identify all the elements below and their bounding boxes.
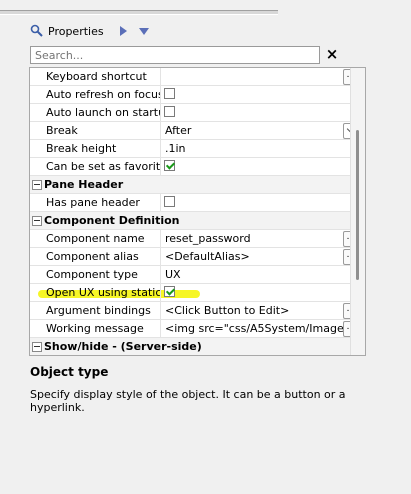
- property-row-component-name[interactable]: Component name reset_password …: [30, 230, 365, 248]
- property-row-auto-launch[interactable]: Auto launch on startup: [30, 104, 365, 122]
- break-height-value[interactable]: .1in: [160, 140, 365, 157]
- scroll-thumb[interactable]: [356, 130, 359, 280]
- property-value-cell: [160, 194, 365, 211]
- property-name: Auto launch on startup: [46, 106, 161, 119]
- component-type-value[interactable]: UX: [160, 266, 365, 283]
- property-row-open-ux-static[interactable]: Open UX using static HT: [30, 284, 365, 302]
- property-row-keyboard-shortcut[interactable]: Keyboard shortcut …: [30, 68, 365, 86]
- property-name: Working message: [46, 322, 144, 335]
- collapse-icon[interactable]: [32, 216, 42, 226]
- auto-refresh-checkbox[interactable]: [164, 88, 175, 99]
- properties-toolbar: Properties: [30, 20, 149, 42]
- working-message-value[interactable]: <img src="css/A5System/Images/wait: [160, 320, 365, 337]
- property-grid: Keyboard shortcut … Auto refresh on focu…: [29, 67, 366, 356]
- property-value-cell: [160, 104, 365, 121]
- property-name: Component type: [46, 268, 138, 281]
- property-row-favorite[interactable]: Can be set as favorite: [30, 158, 365, 176]
- property-row-auto-refresh[interactable]: Auto refresh on focus: [30, 86, 365, 104]
- property-name: Open UX using static HT: [46, 286, 161, 299]
- category-label: Show/hide - (Server-side): [44, 340, 202, 353]
- property-row-break-height[interactable]: Break height .1in: [30, 140, 365, 158]
- open-ux-static-checkbox[interactable]: [164, 286, 175, 297]
- description-text: Specify display style of the object. It …: [30, 388, 346, 414]
- description-title: Object type: [30, 365, 109, 379]
- play-icon[interactable]: [119, 26, 127, 36]
- search-box: [30, 46, 327, 64]
- auto-launch-checkbox[interactable]: [164, 106, 175, 117]
- break-select-value[interactable]: After: [160, 122, 365, 139]
- argument-bindings-value[interactable]: <Click Button to Edit>: [160, 302, 365, 319]
- property-row-break[interactable]: Break After: [30, 122, 365, 140]
- property-name: Has pane header: [46, 196, 140, 209]
- search-input[interactable]: [31, 47, 327, 63]
- properties-icon: [30, 24, 43, 37]
- property-value-cell: [160, 86, 365, 103]
- has-pane-header-checkbox[interactable]: [164, 196, 175, 207]
- property-name: Component alias: [46, 250, 139, 263]
- category-label: Component Definition: [44, 214, 180, 227]
- properties-label: Properties: [48, 24, 104, 38]
- category-label: Pane Header: [44, 178, 124, 191]
- property-value-cell: [160, 158, 365, 175]
- category-show-hide[interactable]: Show/hide - (Server-side): [30, 338, 365, 355]
- collapse-icon[interactable]: [32, 180, 42, 190]
- favorite-checkbox[interactable]: [164, 160, 175, 171]
- property-name: Auto refresh on focus: [46, 88, 161, 101]
- search-clear-icon[interactable]: ×: [325, 45, 339, 63]
- component-alias-value[interactable]: <DefaultAlias>: [160, 248, 365, 265]
- property-row-has-pane-header[interactable]: Has pane header: [30, 194, 365, 212]
- dropdown-icon[interactable]: [138, 27, 149, 35]
- property-value-cell: [160, 284, 365, 301]
- property-name: Break: [46, 124, 78, 137]
- collapse-icon[interactable]: [32, 342, 42, 352]
- grid-scrollbar[interactable]: [350, 68, 365, 355]
- property-name: Argument bindings: [46, 304, 151, 317]
- properties-tab[interactable]: Properties: [30, 21, 114, 41]
- property-name: Keyboard shortcut: [46, 70, 147, 83]
- property-name: Can be set as favorite: [46, 160, 161, 173]
- property-row-component-type[interactable]: Component type UX: [30, 266, 365, 284]
- property-row-working-message[interactable]: Working message <img src="css/A5System/I…: [30, 320, 365, 338]
- property-row-component-alias[interactable]: Component alias <DefaultAlias> …: [30, 248, 365, 266]
- property-name: Component name: [46, 232, 145, 245]
- category-component-definition[interactable]: Component Definition: [30, 212, 365, 230]
- component-name-value[interactable]: reset_password: [160, 230, 365, 247]
- property-value[interactable]: [160, 68, 365, 85]
- property-row-argument-bindings[interactable]: Argument bindings <Click Button to Edit>…: [30, 302, 365, 320]
- category-pane-header[interactable]: Pane Header: [30, 176, 365, 194]
- top-divider: [0, 10, 278, 15]
- property-name: Break height: [46, 142, 117, 155]
